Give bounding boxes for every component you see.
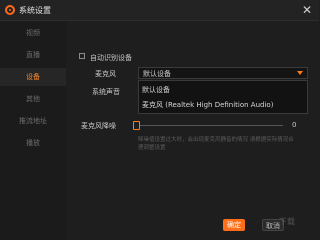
dropdown-option-realtek[interactable]: 麦克风 (Realtek High Definition Audio) — [142, 100, 273, 110]
noise-slider-thumb[interactable] — [133, 121, 140, 130]
sidebar: 视频 直播 设备 其他 推流地址 播放 — [0, 21, 66, 240]
sidebar-item-playback[interactable]: 播放 — [0, 134, 66, 152]
mic-select[interactable]: 默认设备 — [138, 67, 308, 79]
sidebar-item-video[interactable]: 视频 — [0, 24, 66, 42]
mic-dropdown-list: 默认设备 麦克风 (Realtek High Definition Audio) — [138, 80, 308, 114]
sidebar-item-live[interactable]: 直播 — [0, 46, 66, 64]
sidebar-item-stream-url[interactable]: 推流地址 — [0, 112, 66, 130]
chevron-down-icon — [297, 71, 303, 75]
cancel-button[interactable]: 取消 — [262, 219, 284, 231]
noise-reduction-label: 麦克风降噪 — [81, 122, 116, 130]
noise-slider-track[interactable] — [137, 125, 283, 126]
settings-gear-icon — [5, 5, 15, 15]
dropdown-option-default[interactable]: 默认设备 — [142, 85, 170, 95]
sidebar-item-device[interactable]: 设备 — [0, 68, 66, 86]
system-sound-label: 系统声音 — [92, 88, 120, 96]
window-title: 系统设置 — [19, 6, 51, 15]
auto-detect-checkbox[interactable] — [79, 53, 85, 59]
noise-hint: 降噪值设置过大时，会出现麦克风静音的情况 请根据实际情况合理调整设置 — [138, 137, 294, 151]
mic-select-value: 默认设备 — [143, 70, 171, 78]
title-bar: 系统设置 ✕ — [0, 0, 319, 21]
close-icon[interactable]: ✕ — [300, 3, 314, 17]
noise-value: 0 — [292, 121, 297, 129]
mic-label: 麦克风 — [95, 70, 116, 78]
sidebar-item-other[interactable]: 其他 — [0, 90, 66, 108]
ok-button[interactable]: 确定 — [223, 219, 245, 231]
auto-detect-label: 自动识别设备 — [90, 54, 132, 62]
